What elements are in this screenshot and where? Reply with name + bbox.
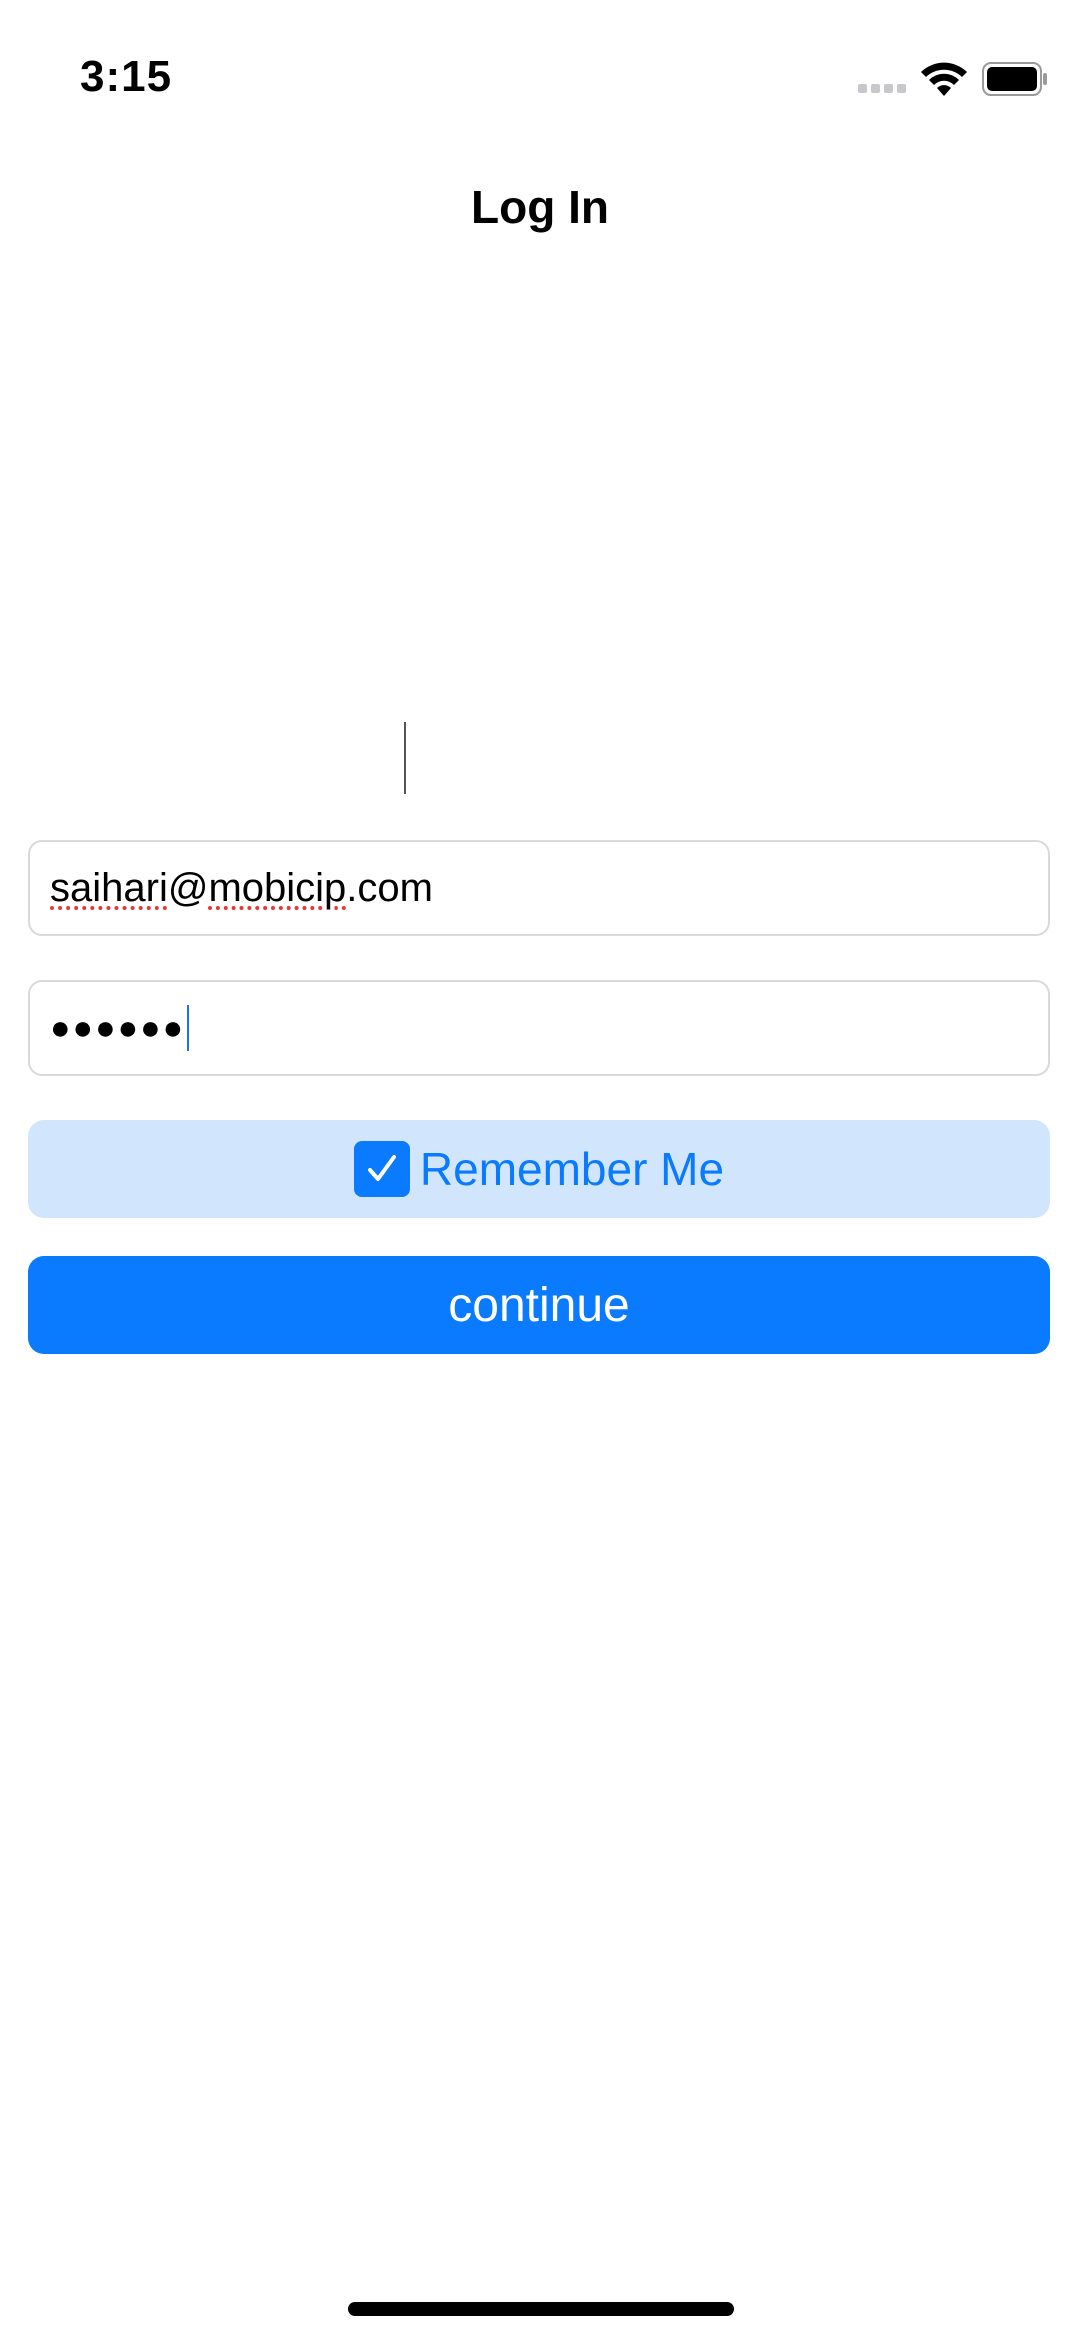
email-part-domain: mobicip bbox=[208, 865, 347, 910]
login-screen: 3:15 Log In saihari@mobicip.com ●●●●●● R… bbox=[0, 0, 1080, 2340]
password-value: ●●●●●● bbox=[50, 1008, 186, 1047]
email-part-tld: .com bbox=[346, 865, 433, 910]
continue-button[interactable]: continue bbox=[28, 1256, 1050, 1354]
email-part-at: @ bbox=[167, 865, 209, 910]
wifi-icon bbox=[920, 60, 968, 98]
checkbox[interactable] bbox=[353, 1141, 410, 1197]
remember-me-toggle[interactable]: Remember Me bbox=[28, 1120, 1050, 1218]
text-caret bbox=[187, 1005, 190, 1051]
password-field[interactable]: ●●●●●● bbox=[28, 980, 1050, 1076]
email-value: saihari@mobicip.com bbox=[50, 866, 433, 911]
checkmark-icon bbox=[367, 1155, 396, 1181]
status-time: 3:15 bbox=[80, 52, 173, 101]
text-cursor-icon bbox=[404, 722, 406, 794]
page-title: Log In bbox=[471, 181, 609, 233]
remember-me-label: Remember Me bbox=[419, 1143, 725, 1195]
home-indicator[interactable] bbox=[348, 2302, 734, 2316]
status-bar: 3:15 bbox=[0, 0, 1080, 150]
battery-full-icon bbox=[982, 62, 1048, 96]
cellular-signal-icon bbox=[858, 84, 910, 94]
email-field[interactable]: saihari@mobicip.com bbox=[28, 840, 1050, 936]
email-part-user: saihari bbox=[50, 865, 168, 910]
